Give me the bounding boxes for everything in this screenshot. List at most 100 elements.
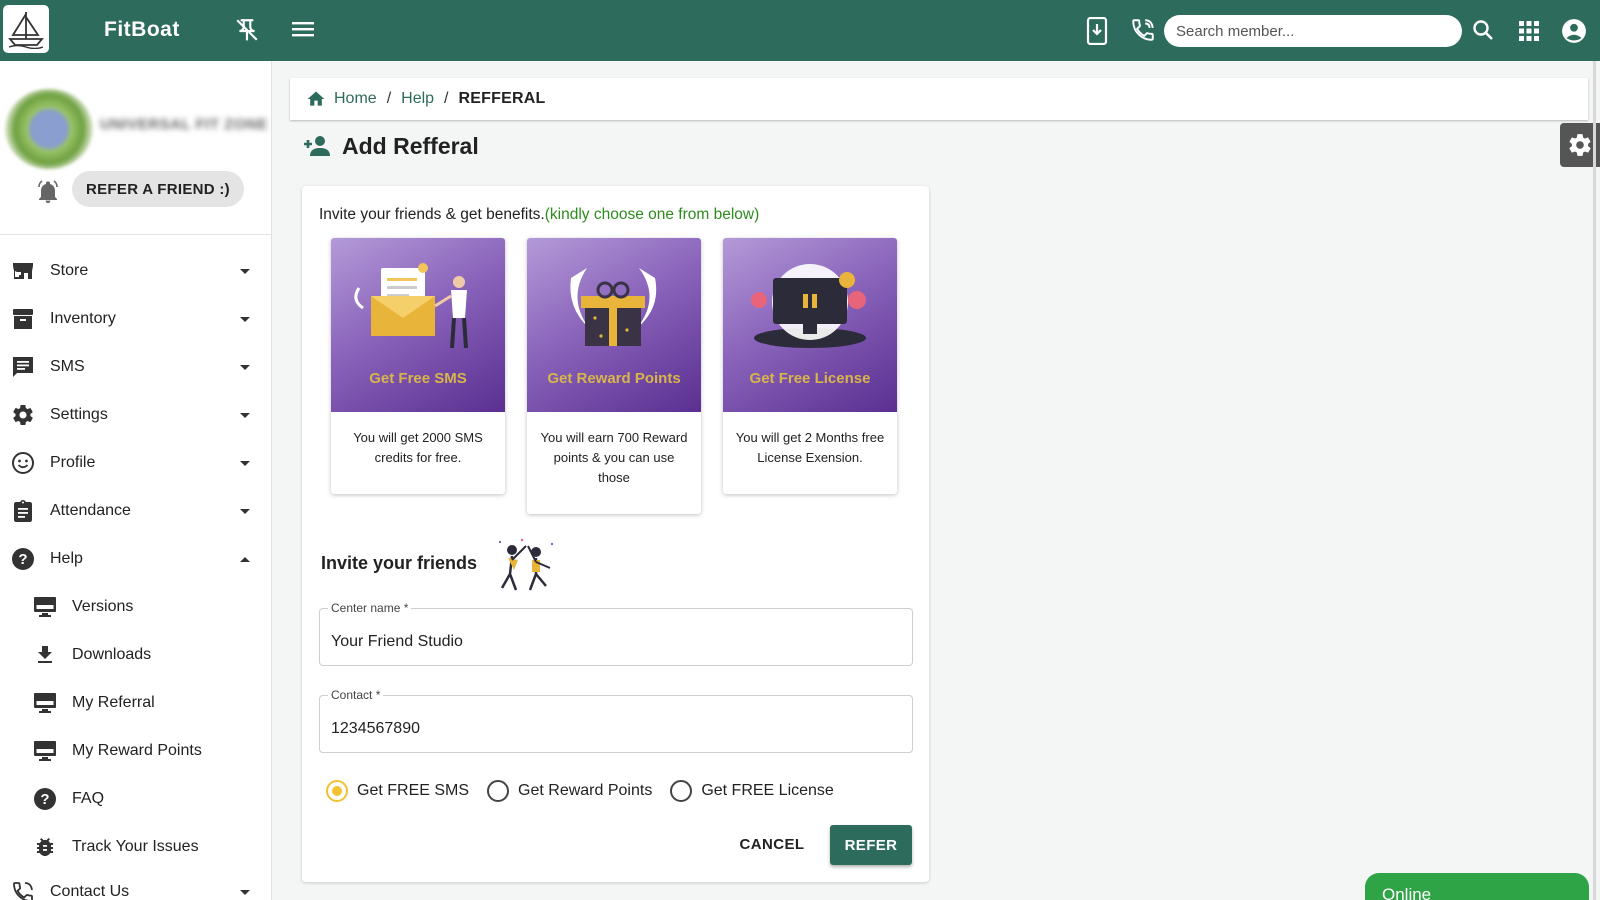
chevron-down-icon	[240, 461, 250, 466]
download-icon	[38, 646, 52, 663]
invite-text-main: Invite your friends & get benefits.	[319, 206, 545, 223]
message-icon	[13, 357, 33, 377]
sidebar-item-label: Attendance	[50, 502, 131, 519]
radio-indicator[interactable]	[487, 780, 510, 802]
monitor-icon	[34, 693, 56, 713]
sidebar-item-help[interactable]: ? Help	[0, 539, 271, 579]
offer-description: You will get 2000 SMS credits for free.	[353, 430, 483, 465]
svg-text:?: ?	[18, 551, 27, 568]
unpin-sidebar-icon[interactable]	[234, 17, 260, 48]
sidebar-item-label: My Referral	[72, 694, 155, 711]
page-scrollbar[interactable]	[1593, 61, 1596, 900]
sidebar-item-contact-us[interactable]: Contact Us	[0, 872, 271, 900]
radio-free-license[interactable]: Get FREE License	[670, 780, 834, 802]
monitor-illustration	[751, 264, 866, 348]
offer-card-free-license[interactable]: Get Free License You will get 2 Months f…	[723, 238, 897, 494]
top-bar: FitBoat	[0, 0, 1600, 61]
chevron-down-icon	[240, 413, 250, 418]
fitboat-logo[interactable]	[3, 5, 49, 53]
sidebar-item-store[interactable]: Store	[0, 251, 271, 291]
app-brand: FitBoat	[104, 18, 180, 41]
sidebar-item-my-reward-points[interactable]: My Reward Points	[0, 731, 271, 771]
radio-label: Get FREE License	[701, 782, 834, 799]
notification-bell-icon[interactable]	[36, 179, 60, 210]
sidebar-item-sms[interactable]: SMS	[0, 347, 271, 387]
cancel-button[interactable]: CANCEL	[732, 826, 812, 862]
radio-indicator[interactable]	[670, 780, 693, 802]
sidebar-item-versions[interactable]: Versions	[0, 587, 271, 627]
sidebar-item-inventory[interactable]: Inventory	[0, 299, 271, 339]
sidebar-item-settings[interactable]: Settings	[0, 395, 271, 435]
radio-label: Get Reward Points	[518, 782, 653, 799]
breadcrumb-home[interactable]: Home	[334, 90, 377, 108]
gym-avatar[interactable]	[5, 89, 93, 169]
breadcrumb-separator: /	[444, 90, 449, 107]
sidebar-item-label: SMS	[50, 358, 85, 375]
search-icon[interactable]	[1471, 18, 1495, 47]
breadcrumb-help[interactable]: Help	[401, 90, 434, 108]
sidebar-item-attendance[interactable]: Attendance	[0, 491, 271, 531]
contact-field[interactable]: Contact * 1234567890	[319, 688, 913, 753]
refer-a-friend-chip[interactable]: REFER A FRIEND :)	[72, 171, 244, 207]
center-name-label: Center name *	[328, 601, 412, 615]
gear-icon	[13, 405, 33, 426]
mobile-download-icon[interactable]	[1086, 16, 1108, 50]
sailboat-icon	[8, 12, 44, 49]
offer-card-free-sms[interactable]: Get Free SMS You will get 2000 SMS credi…	[331, 238, 505, 494]
clipboard-icon	[14, 500, 32, 522]
offer-illustration: Get Free License	[723, 238, 897, 412]
sidebar-item-label: FAQ	[72, 790, 105, 807]
refer-button[interactable]: REFER	[830, 825, 912, 865]
sidebar-item-label: Downloads	[72, 646, 152, 663]
bug-icon	[37, 838, 53, 856]
gear-icon	[1569, 134, 1591, 156]
store-icon	[13, 263, 33, 279]
benefit-radio-group: Get FREE SMS Get Reward Points Get FREE …	[326, 778, 852, 804]
breadcrumb: Home / Help / REFFERAL	[290, 78, 1588, 120]
radio-selected-indicator[interactable]	[326, 780, 348, 802]
gift-box-illustration	[570, 268, 657, 346]
offer-illustration: Get Free SMS	[331, 238, 505, 412]
hamburger-menu-icon[interactable]	[292, 19, 314, 44]
offer-card-reward-points[interactable]: Get Reward Points You will earn 700 Rewa…	[527, 238, 701, 514]
sidebar: UNIVERSAL FIT ZONE REFER A FRIEND :) Sto…	[0, 61, 272, 900]
breadcrumb-current: REFFERAL	[458, 90, 546, 107]
contact-value[interactable]: 1234567890	[331, 720, 420, 738]
monitor-icon	[34, 597, 56, 617]
invite-hint: (kindly choose one from below)	[544, 206, 760, 223]
sidebar-item-profile[interactable]: Profile	[0, 443, 271, 483]
chevron-down-icon	[240, 269, 250, 274]
home-icon[interactable]	[306, 89, 326, 109]
offer-caption: Get Free License	[749, 370, 871, 387]
sidebar-item-track-your-issues[interactable]: Track Your Issues	[0, 827, 271, 867]
inventory-icon	[13, 309, 33, 329]
center-name-value[interactable]: Your Friend Studio	[331, 633, 463, 651]
envelope-illustration	[354, 263, 468, 349]
sidebar-item-label: Contact Us	[50, 883, 130, 900]
search-member-input[interactable]	[1164, 15, 1462, 47]
help-circle-icon: ?	[12, 548, 34, 570]
apps-grid-icon[interactable]	[1518, 20, 1540, 47]
chevron-down-icon	[240, 365, 250, 370]
add-person-icon	[304, 136, 330, 156]
center-name-field[interactable]: Center name * Your Friend Studio	[319, 601, 913, 666]
phone-call-icon[interactable]	[1130, 17, 1156, 48]
sidebar-item-faq[interactable]: ? FAQ	[0, 779, 271, 819]
radio-reward-points[interactable]: Get Reward Points	[487, 780, 652, 802]
sidebar-item-downloads[interactable]: Downloads	[0, 635, 271, 675]
offer-caption: Get Reward Points	[547, 370, 681, 387]
referral-form-card: Invite your friends & get benefits.(kind…	[302, 186, 929, 882]
sidebar-item-label: Store	[50, 262, 89, 279]
contact-label: Contact *	[328, 688, 384, 702]
sidebar-item-label: Profile	[50, 454, 96, 471]
offer-illustration: Get Reward Points	[527, 238, 701, 412]
chevron-up-icon	[240, 557, 250, 562]
sidebar-item-my-referral[interactable]: My Referral	[0, 683, 271, 723]
chevron-down-icon	[240, 509, 250, 514]
monitor-icon	[34, 741, 56, 761]
radio-free-sms[interactable]: Get FREE SMS	[326, 780, 469, 802]
account-circle-icon[interactable]	[1561, 18, 1587, 49]
online-status-badge[interactable]: Online	[1365, 873, 1589, 900]
breadcrumb-separator: /	[386, 90, 392, 107]
sidebar-item-label: Inventory	[50, 310, 116, 327]
